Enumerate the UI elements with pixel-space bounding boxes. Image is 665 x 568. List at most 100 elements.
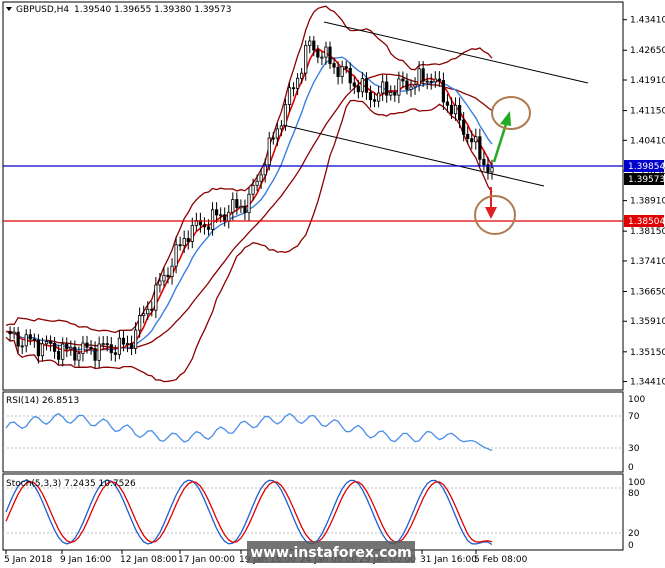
- rsi-level-70-text: 70: [628, 412, 640, 422]
- symbol-label: GBPUSD,H4: [16, 5, 69, 15]
- stoch-level-20-text: 20: [628, 529, 640, 539]
- current-price-tag: 1.39573: [624, 173, 665, 185]
- candle-body: [223, 214, 227, 222]
- candle-body: [150, 308, 154, 311]
- candle-body: [389, 92, 393, 96]
- candle-body: [336, 66, 340, 77]
- resistance-price-text: 1.39854: [628, 162, 665, 172]
- candle-body: [462, 119, 466, 135]
- support-price-tag: 1.38504: [624, 215, 665, 227]
- candle-body: [81, 342, 85, 354]
- candle-body: [466, 133, 470, 139]
- candle-body: [210, 209, 215, 230]
- candle-body: [385, 81, 389, 96]
- candle-body: [8, 330, 12, 335]
- candle-body: [117, 337, 121, 355]
- price-tick-label: 1.38150: [630, 227, 665, 237]
- candle-body: [174, 244, 178, 267]
- candle-body: [77, 353, 81, 361]
- price-tick-label: 1.34410: [630, 378, 665, 388]
- rsi-level-0-text: 0: [628, 463, 634, 473]
- candle-body: [251, 184, 255, 195]
- candle-body: [65, 343, 69, 350]
- chart-canvas[interactable]: GBPUSD,H4 1.39540 1.39655 1.39380 1.3957…: [0, 0, 665, 568]
- price-tick-label: 1.40410: [630, 136, 665, 146]
- candle-body: [445, 101, 450, 106]
- price-tick-label: 1.41150: [630, 107, 665, 117]
- time-tick-label: 12 Jan 08:00: [120, 555, 177, 565]
- price-tick-label: 1.37410: [630, 257, 665, 267]
- stoch-level-0-text: 0: [628, 541, 634, 551]
- resistance-price-tag: 1.39854: [624, 160, 665, 172]
- candle-body: [44, 341, 49, 345]
- candle-body: [457, 105, 462, 121]
- rsi-plot-frame: [2, 391, 624, 473]
- candle-body: [324, 46, 328, 58]
- candle-body: [421, 68, 425, 82]
- candle-body: [393, 92, 397, 96]
- price-tick-label: 1.42650: [630, 46, 665, 56]
- candle-body: [69, 346, 73, 350]
- candle-body: [16, 331, 20, 347]
- candle-body: [405, 80, 409, 90]
- candle-body: [133, 329, 138, 349]
- candle-body: [271, 137, 275, 140]
- candle-body: [125, 343, 130, 345]
- watermark: www.instaforex.com: [247, 541, 415, 563]
- candle-body: [356, 85, 360, 93]
- candle-body: [182, 238, 186, 247]
- candle-body: [312, 40, 316, 51]
- candle-body: [474, 136, 478, 143]
- candle-body: [247, 193, 251, 214]
- candle-body: [308, 40, 312, 46]
- candle-body: [146, 308, 150, 315]
- candle-body: [478, 136, 482, 160]
- candle-body: [433, 78, 437, 83]
- candle-body: [376, 92, 381, 102]
- candle-body: [340, 66, 344, 77]
- candle-body: [162, 274, 166, 282]
- candle-body: [275, 128, 279, 139]
- candle-body: [417, 68, 421, 86]
- candle-body: [401, 78, 405, 82]
- stoch-label: Stoch(5,3,3) 7.2435 10.7526: [6, 479, 136, 489]
- candle-body: [425, 80, 429, 83]
- candle-body: [291, 87, 296, 90]
- candle-body: [53, 342, 57, 352]
- ohlc-label: 1.39540 1.39655 1.39380 1.39573: [74, 5, 231, 15]
- candle-body: [219, 214, 223, 217]
- candle-body: [352, 82, 356, 87]
- candle-body: [85, 342, 89, 348]
- candle-body: [97, 343, 101, 361]
- current-price-text: 1.39573: [628, 175, 665, 185]
- candle-body: [283, 104, 288, 127]
- candle-body: [490, 167, 494, 173]
- candle-body: [129, 343, 134, 349]
- candle-body: [214, 209, 219, 216]
- candle-body: [348, 67, 352, 84]
- candle-body: [470, 138, 474, 143]
- candle-body: [381, 81, 385, 94]
- candle-body: [57, 351, 61, 360]
- time-tick-label: 5 Feb 08:00: [474, 555, 528, 565]
- rsi-level-100-text: 100: [628, 395, 645, 405]
- time-tick-label: 5 Jan 2018: [4, 555, 52, 565]
- candle-body: [243, 206, 247, 214]
- time-tick-label: 9 Jan 16:00: [60, 555, 112, 565]
- price-tick-label: 1.38910: [630, 197, 665, 207]
- candle-body: [101, 343, 105, 346]
- candle-body: [36, 339, 41, 357]
- candle-body: [61, 343, 65, 360]
- candle-body: [360, 78, 365, 93]
- time-tick-label: 31 Jan 16:00: [420, 555, 477, 565]
- price-tick-label: 1.41910: [630, 76, 665, 86]
- candle-body: [429, 81, 433, 83]
- main-plot-frame: [2, 1, 624, 391]
- candle-body: [328, 46, 332, 64]
- rsi-label: RSI(14) 26.8513: [6, 396, 79, 406]
- price-tick-label: 1.35150: [630, 348, 665, 358]
- candle-body: [113, 352, 117, 355]
- candle-body: [178, 244, 182, 247]
- candle-body: [105, 343, 109, 346]
- candle-body: [227, 211, 231, 222]
